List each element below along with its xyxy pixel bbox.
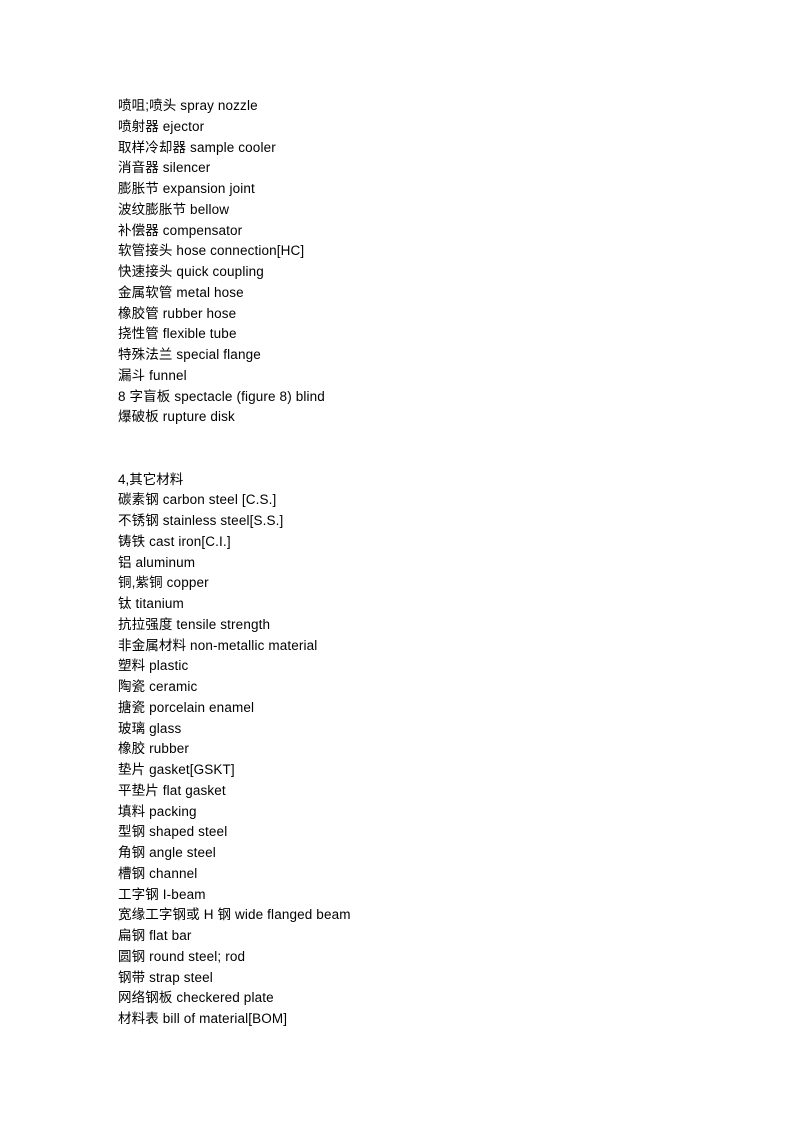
glossary-term-line: 钢带 strap steel	[118, 969, 213, 985]
glossary-term-line: 碳素钢 carbon steel [C.S.]	[118, 492, 277, 508]
glossary-term-line: 搪瓷 porcelain enamel	[118, 699, 255, 715]
glossary-term-line: 铝 aluminum	[118, 554, 196, 570]
glossary-term-line: 补偿器 compensator	[118, 222, 243, 238]
glossary-term-line: 挠性管 flexible tube	[118, 326, 237, 342]
glossary-block-equipment-fittings: 喷咀;喷头 spray nozzle 喷射器 ejector 取样冷却器 sampl…	[118, 96, 704, 428]
document-body: 喷咀;喷头 spray nozzle 喷射器 ejector 取样冷却器 sampl…	[118, 96, 704, 1030]
glossary-term-line: 铸铁 cast iron[C.I.]	[118, 533, 231, 549]
glossary-term-line: 玻璃 glass	[118, 720, 182, 736]
glossary-term-line: 钛 titanium	[118, 596, 184, 611]
section-heading-other-materials: 4,其它材料	[118, 471, 184, 487]
glossary-term-line: 消音器 silencer	[118, 160, 211, 176]
glossary-term-line: 角钢 angle steel	[118, 845, 216, 860]
glossary-term-line: 工字钢 I-beam	[118, 886, 206, 902]
glossary-term-line: 软管接头 hose connection[HC]	[118, 243, 305, 259]
glossary-term-line: 网络钢板 checkered plate	[118, 990, 274, 1006]
glossary-term-line: 非金属材料 non-metallic material	[118, 637, 318, 653]
glossary-term-line: 喷咀;喷头 spray nozzle	[118, 98, 258, 113]
glossary-term-line: 不锈钢 stainless steel[S.S.]	[118, 513, 284, 528]
glossary-term-line: 漏斗 funnel	[118, 367, 187, 383]
glossary-term-list: 喷咀;喷头 spray nozzle 喷射器 ejector 取样冷却器 sampl…	[118, 96, 704, 428]
glossary-block-other-materials: 4,其它材料 碳素钢 carbon steel [C.S.] 不锈钢 stainl…	[118, 470, 704, 1030]
document-page: 喷咀;喷头 spray nozzle 喷射器 ejector 取样冷却器 sampl…	[0, 0, 794, 1123]
glossary-term-line: 陶瓷 ceramic	[118, 679, 198, 694]
glossary-term-line: 橡胶管 rubber hose	[118, 305, 237, 321]
glossary-term-line: 金属软管 metal hose	[118, 284, 244, 300]
glossary-term-line: 型钢 shaped steel	[118, 824, 228, 840]
glossary-term-line: 塑料 plastic	[118, 658, 189, 674]
glossary-term-line: 槽钢 channel	[118, 865, 198, 881]
glossary-term-line: 取样冷却器 sample cooler	[118, 139, 276, 155]
glossary-term-line: 波纹膨胀节 bellow	[118, 201, 230, 217]
glossary-term-line: 垫片 gasket[GSKT]	[118, 762, 235, 777]
glossary-term-line: 8 字盲板 spectacle (figure 8) blind	[118, 388, 325, 404]
glossary-term-line: 圆钢 round steel; rod	[118, 948, 246, 964]
glossary-term-line: 爆破板 rupture disk	[118, 409, 235, 425]
glossary-term-line: 填料 packing	[118, 803, 197, 819]
glossary-term-line: 抗拉强度 tensile strength	[118, 616, 271, 632]
glossary-term-line: 膨胀节 expansion joint	[118, 181, 255, 196]
glossary-term-line: 喷射器 ejector	[118, 118, 205, 134]
glossary-term-line: 铜,紫铜 copper	[118, 575, 209, 591]
glossary-term-line: 材料表 bill of material[BOM]	[118, 1011, 288, 1026]
glossary-term-line: 宽缘工字钢或 H 钢 wide flanged beam	[118, 907, 351, 923]
glossary-term-line: 快速接头 quick coupling	[118, 264, 264, 279]
glossary-term-line: 特殊法兰 special flange	[118, 347, 261, 362]
glossary-term-line: 橡胶 rubber	[118, 741, 189, 757]
glossary-term-line: 平垫片 flat gasket	[118, 782, 226, 798]
glossary-term-list: 碳素钢 carbon steel [C.S.] 不锈钢 stainless ste…	[118, 490, 704, 1030]
glossary-term-line: 扁钢 flat bar	[118, 928, 192, 943]
